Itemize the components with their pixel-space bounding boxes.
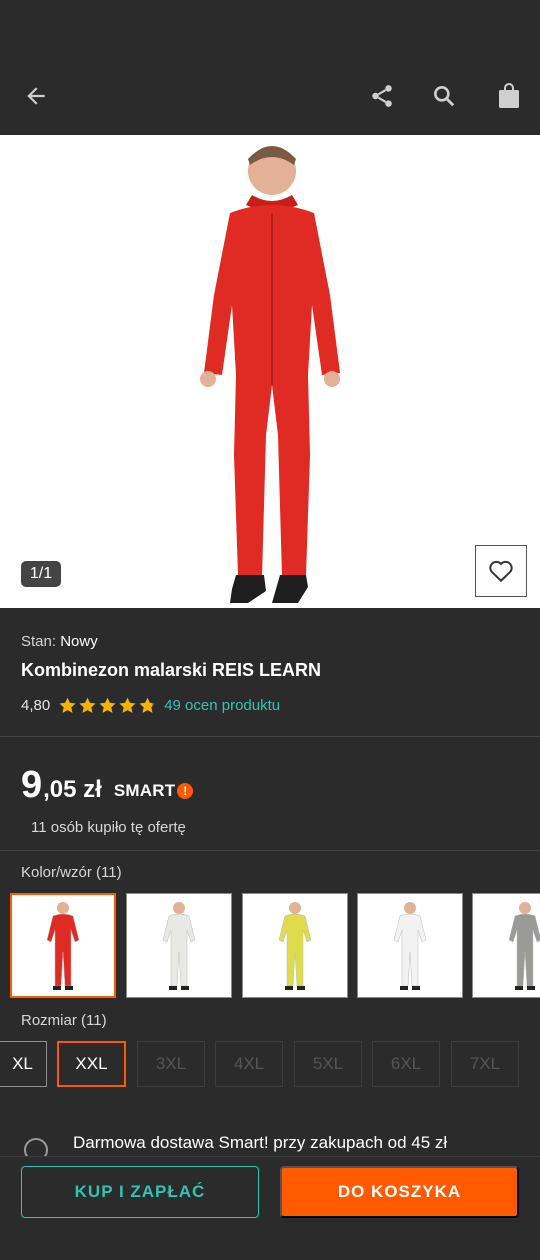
color-swatch-yellow[interactable] (242, 893, 348, 998)
rating-stars (58, 696, 158, 715)
share-icon[interactable] (364, 78, 400, 114)
star-icon (99, 697, 116, 713)
shopping-bag-icon[interactable] (491, 78, 527, 114)
star-icon (79, 697, 96, 713)
size-option-3xl: 3XL (137, 1041, 205, 1087)
smart-label: SMART (113, 781, 176, 800)
size-option-xl[interactable]: XL (0, 1041, 47, 1087)
back-arrow-icon[interactable] (18, 78, 54, 114)
size-option-5xl: 5XL (294, 1041, 362, 1087)
heart-icon (489, 560, 513, 583)
condition-value: Nowy (60, 633, 98, 650)
star-icon (59, 697, 76, 713)
size-options: XL XXL 3XL 4XL 5XL 6XL 7XL (0, 1041, 540, 1087)
size-option-xxl[interactable]: XXL (57, 1041, 126, 1087)
color-label: Kolor/wzór (11) (21, 864, 122, 881)
image-counter: 1/1 (21, 561, 61, 587)
system-nav-bar (0, 1230, 540, 1260)
swatch-image (162, 901, 196, 990)
size-label: Rozmiar (11) (21, 1012, 107, 1029)
swatch-image (393, 901, 427, 990)
size-option-4xl: 4XL (215, 1041, 283, 1087)
color-swatches (10, 893, 540, 998)
reviews-link[interactable]: 49 ocen produktu (164, 697, 280, 714)
size-option-7xl: 7XL (451, 1041, 519, 1087)
swatch-image (278, 901, 312, 990)
price-integer: 9 (21, 764, 43, 806)
buy-now-button[interactable]: KUP I ZAPŁAĆ (21, 1166, 259, 1218)
condition-label: Stan: (21, 633, 57, 650)
color-swatch-red[interactable] (10, 893, 116, 998)
delivery-text: Darmowa dostawa Smart! przy zakupach od … (73, 1133, 448, 1152)
bought-count: 11 osób kupiło tę ofertę (31, 819, 186, 836)
color-swatch-white-hood[interactable] (126, 893, 232, 998)
rating-value: 4,80 (21, 697, 51, 714)
color-swatch-grey[interactable] (472, 893, 540, 998)
star-icon (119, 697, 136, 713)
color-swatch-white-red[interactable] (357, 893, 463, 998)
favorite-button[interactable] (475, 545, 527, 597)
condition: Stan: Nowy (21, 633, 98, 650)
product-image-gallery[interactable] (0, 135, 540, 608)
product-image (200, 146, 340, 603)
smart-badge: SMART ! (113, 781, 194, 801)
size-option-6xl: 6XL (372, 1041, 440, 1087)
product-title: Kombinezon malarski REIS LEARN (21, 660, 322, 680)
swatch-image (46, 901, 80, 990)
delivery-info[interactable]: Darmowa dostawa Smart! przy zakupach od … (0, 1120, 540, 1158)
add-to-cart-button[interactable]: DO KOSZYKA (280, 1166, 519, 1218)
divider (0, 736, 540, 737)
divider (0, 850, 540, 851)
rating-row[interactable]: 4,80 49 ocen produktu (21, 696, 280, 715)
star-icon (139, 697, 156, 713)
delivery-icon (24, 1138, 48, 1158)
app-bar (0, 58, 540, 135)
swatch-image (508, 901, 540, 990)
smart-exclamation-icon: ! (177, 783, 194, 799)
price: 9 ,05 zł SMART ! (21, 764, 194, 806)
status-bar (0, 0, 540, 58)
price-fraction: ,05 zł (43, 776, 102, 803)
search-icon[interactable] (426, 78, 462, 114)
bottom-action-bar: KUP I ZAPŁAĆ DO KOSZYKA (0, 1156, 540, 1230)
